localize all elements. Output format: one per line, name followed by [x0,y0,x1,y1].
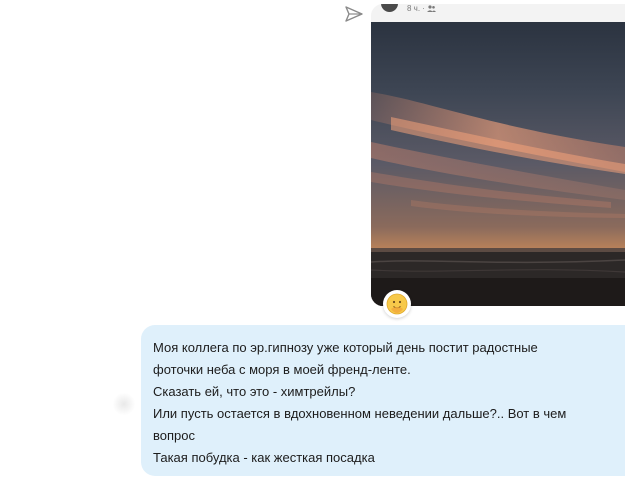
message-line: Такая побудка - как жесткая посадка [153,450,375,465]
message-line: фоточки неба с моря в моей френд-ленте. [153,362,411,377]
author-avatar[interactable] [381,4,398,12]
message-line: Сказать ей, что это - химтрейлы? [153,384,356,399]
forward-button[interactable] [343,4,365,24]
post-header: 8 ч. · [371,4,625,22]
message-line: вопрос [153,428,195,443]
chat-thread: 8 ч. · Моя коллега по эр.гипнозу уже кот… [0,0,625,486]
message-bubble[interactable]: Моя коллега по эр.гипнозу уже который де… [141,325,625,476]
sunset-photo[interactable] [371,22,625,306]
background-shadow [113,392,135,416]
message-line: Или пусть остается в вдохновенном неведе… [153,406,567,421]
shared-post-card[interactable]: 8 ч. · [371,4,625,306]
friends-icon [427,5,437,13]
message-line: Моя коллега по эр.гипнозу уже который де… [153,340,538,355]
care-emoji-icon [386,293,408,315]
send-arrow-icon [345,6,363,22]
post-timestamp: 8 ч. · [407,4,425,13]
reaction-badge[interactable] [383,290,411,318]
post-meta: 8 ч. · [407,4,437,14]
